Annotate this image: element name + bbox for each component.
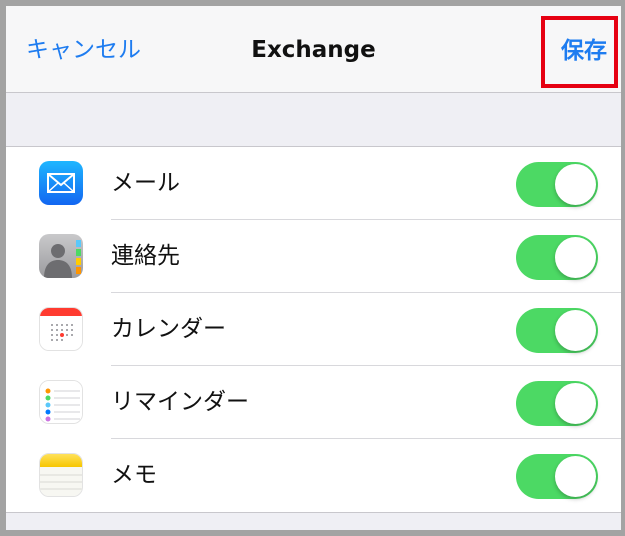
reminders-icon [39,380,83,424]
list-item-label: カレンダー [111,316,226,342]
navigation-bar: キャンセル Exchange 保存 [6,6,621,93]
list-item-notes: メモ [6,439,621,512]
save-button[interactable]: 保存 [561,36,607,66]
calendar-toggle[interactable] [516,308,598,353]
list-item-reminders: リマインダー [6,366,621,439]
mail-toggle[interactable] [516,162,598,207]
sync-items-list: メール 連絡先 カレンダー リマインダー メモ [6,146,621,513]
toggle-knob [555,456,596,497]
list-item-label: リマインダー [111,389,249,415]
reminders-toggle[interactable] [516,381,598,426]
toggle-knob [555,383,596,424]
list-item-label: メール [111,170,180,196]
contacts-icon [39,234,83,278]
list-item-mail: メール [6,147,621,220]
screenshot-frame: キャンセル Exchange 保存 メール 連絡先 カレンダー リマインダー メ… [0,0,625,536]
toggle-knob [555,237,596,278]
section-spacer [6,93,621,146]
list-item-calendar: カレンダー [6,293,621,366]
toggle-knob [555,164,596,205]
mail-icon [39,161,83,205]
section-spacer [6,516,621,530]
list-item-label: 連絡先 [111,243,180,269]
notes-toggle[interactable] [516,454,598,499]
toggle-knob [555,310,596,351]
contacts-toggle[interactable] [516,235,598,280]
calendar-icon [39,307,83,351]
page-title: Exchange [251,37,376,63]
save-highlight-box: 保存 [541,16,618,88]
list-item-label: メモ [111,462,157,488]
notes-icon [39,453,83,497]
list-item-contacts: 連絡先 [6,220,621,293]
